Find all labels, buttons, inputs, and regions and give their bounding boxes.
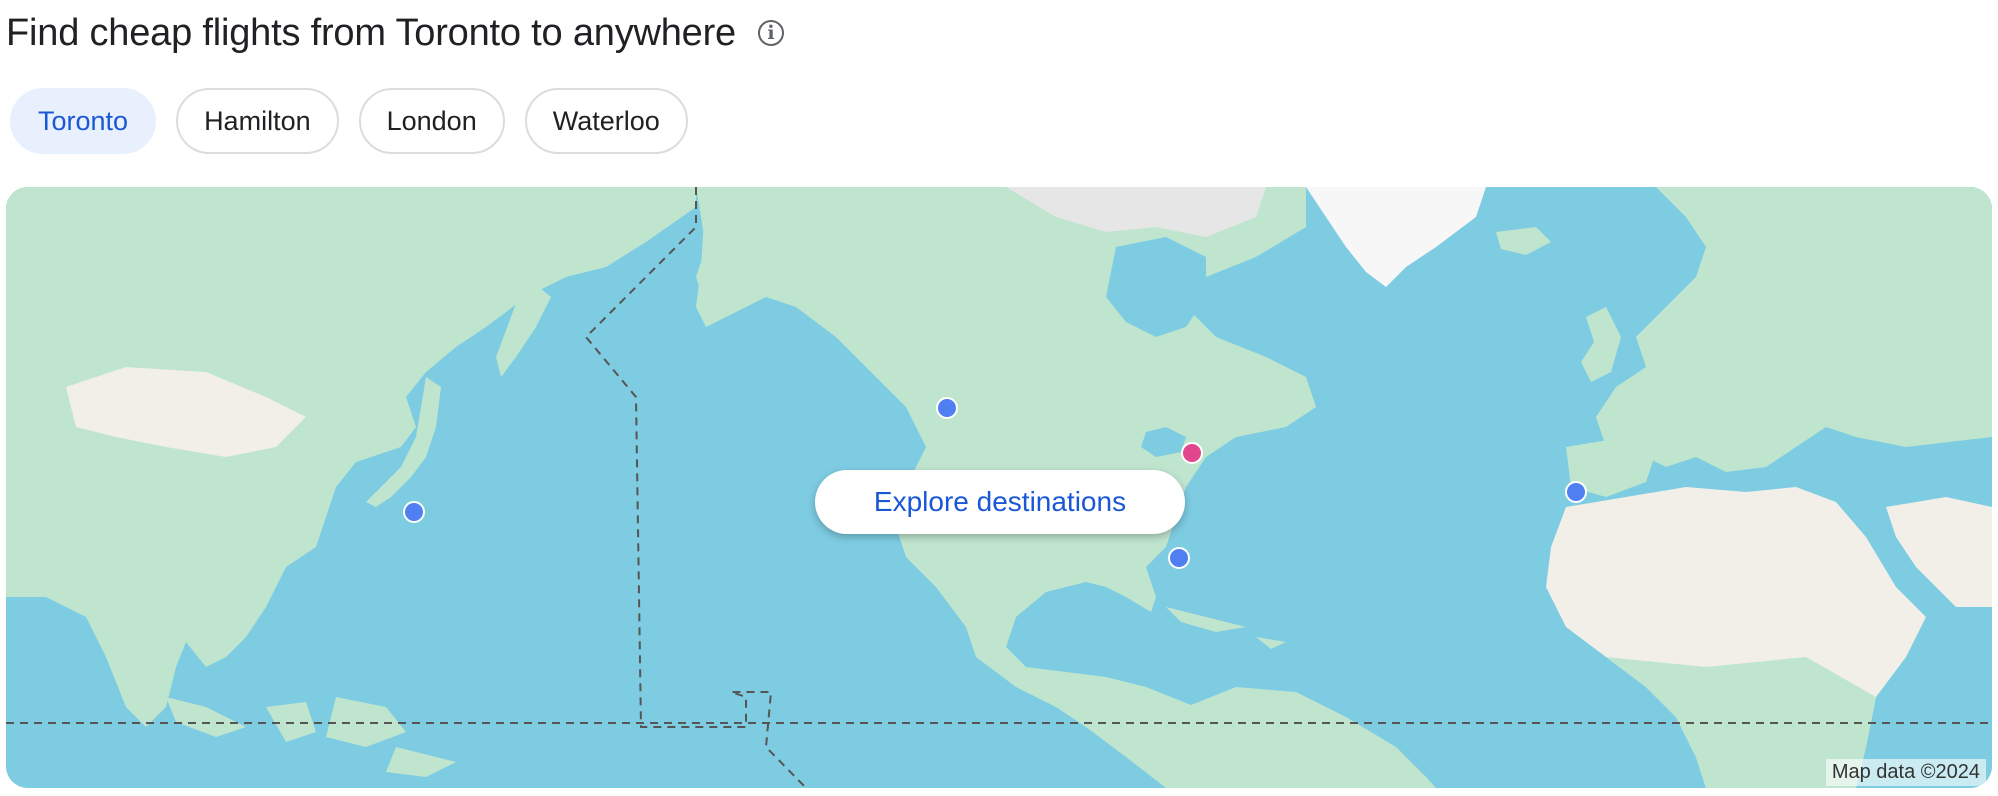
chip-london[interactable]: London: [358, 88, 505, 154]
page-title: Find cheap flights from Toronto to anywh…: [6, 11, 736, 54]
chip-toronto[interactable]: Toronto: [10, 88, 157, 154]
destination-pin-vancouver[interactable]: [936, 397, 958, 419]
origin-pin-toronto[interactable]: [1181, 442, 1203, 464]
explore-destinations-button[interactable]: Explore destinations: [815, 470, 1185, 534]
origin-chips: Toronto Hamilton London Waterloo: [10, 88, 688, 154]
map-attribution: Map data ©2024: [1825, 759, 1986, 786]
chip-hamilton[interactable]: Hamilton: [176, 88, 339, 154]
header: Find cheap flights from Toronto to anywh…: [6, 6, 784, 60]
map[interactable]: Explore destinations Map data ©2024: [6, 187, 1992, 788]
destination-pin-tokyo[interactable]: [403, 501, 425, 523]
destination-pin-florida[interactable]: [1168, 547, 1190, 569]
info-icon[interactable]: i: [758, 20, 784, 46]
chip-waterloo[interactable]: Waterloo: [524, 88, 688, 154]
destination-pin-lisbon[interactable]: [1565, 481, 1587, 503]
